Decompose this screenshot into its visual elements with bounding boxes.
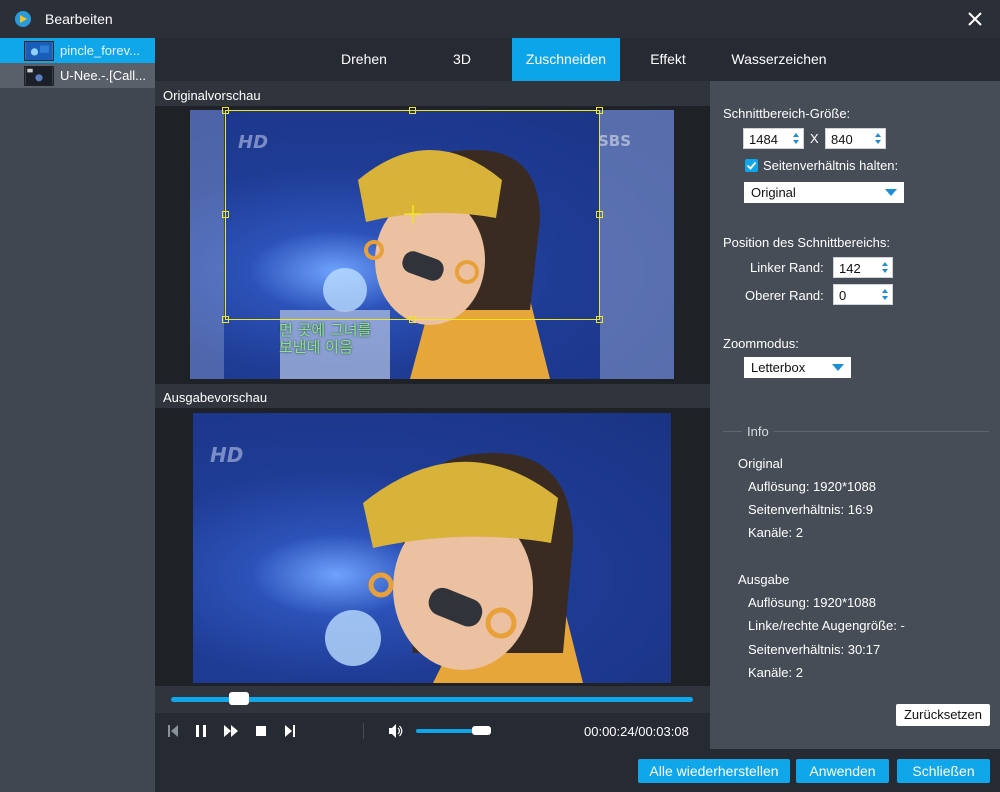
crop-size-label: Schnittbereich-Größe: (723, 106, 851, 121)
video-thumbnail (24, 40, 54, 61)
info-output-channels: Kanäle: 2 (748, 665, 803, 680)
crop-size-separator: X (810, 131, 819, 146)
info-original-channels: Kanäle: 2 (748, 525, 803, 540)
spinner-arrows-icon[interactable] (792, 131, 800, 146)
tab-rotate[interactable]: Drehen (327, 38, 401, 81)
tab-3d[interactable]: 3D (442, 38, 482, 81)
original-preview-label: Originalvorschau (163, 88, 261, 103)
tab-effect[interactable]: Effekt (640, 38, 696, 81)
apply-button[interactable]: Anwenden (796, 759, 889, 783)
spinner-arrows-icon[interactable] (881, 287, 889, 302)
left-margin-value: 142 (839, 261, 861, 276)
seek-bar[interactable] (171, 697, 693, 702)
subtitle-line-1: 먼 곳에 그녀를 (279, 321, 372, 339)
top-margin-label: Oberer Rand: (745, 288, 824, 303)
controls-divider (363, 723, 364, 739)
volume-handle[interactable] (472, 726, 491, 735)
spinner-arrows-icon[interactable] (881, 260, 889, 275)
top-margin-value: 0 (839, 288, 847, 303)
crop-handle-top-left[interactable] (222, 107, 229, 114)
file-list-sidebar (0, 38, 155, 792)
seek-handle[interactable] (229, 692, 249, 705)
top-margin-input[interactable]: 0 (833, 284, 893, 305)
hd-watermark: HD (210, 443, 244, 467)
output-video: HD (193, 413, 671, 683)
info-output-ratio: Seitenverhältnis: 30:17 (748, 642, 881, 657)
app-logo-icon (15, 11, 31, 27)
crop-handle-top[interactable] (409, 107, 416, 114)
crop-handle-left[interactable] (222, 211, 229, 218)
crop-handle-right[interactable] (596, 211, 603, 218)
file-name: pincle_forev... (60, 43, 140, 58)
crop-center-crosshair-icon[interactable] (404, 205, 422, 223)
crop-handle-top-right[interactable] (596, 107, 603, 114)
fast-forward-icon[interactable] (223, 723, 239, 739)
tab-crop[interactable]: Zuschneiden (512, 38, 620, 81)
subtitle-line-2: 보낸데 이음 (279, 338, 353, 356)
crop-handle-bottom-right[interactable] (596, 316, 603, 323)
tab-watermark[interactable]: Wasserzeichen (724, 38, 834, 81)
info-heading: Info (742, 424, 774, 439)
close-icon[interactable] (964, 8, 986, 30)
checkmark-icon (746, 161, 757, 170)
keep-ratio-label: Seitenverhältnis halten: (763, 158, 899, 173)
dropdown-caret-icon (885, 189, 897, 196)
crop-handle-bottom[interactable] (409, 316, 416, 323)
keep-ratio-checkbox[interactable] (745, 159, 758, 172)
zoom-mode-select[interactable]: Letterbox (744, 357, 851, 378)
info-output-heading: Ausgabe (738, 572, 790, 587)
zoom-mode-label: Zoommodus: (723, 336, 799, 351)
ratio-select[interactable]: Original (744, 182, 904, 203)
crop-width-input[interactable]: 1484 (743, 128, 804, 149)
info-original-heading: Original (738, 456, 783, 471)
close-button[interactable]: Schließen (897, 759, 990, 783)
crop-height-value: 840 (831, 132, 853, 147)
info-original-ratio: Seitenverhältnis: 16:9 (748, 502, 874, 517)
reset-button[interactable]: Zurücksetzen (896, 704, 990, 726)
skip-end-icon[interactable] (282, 723, 298, 739)
playback-time: 00:00:24/00:03:08 (584, 724, 689, 739)
left-margin-input[interactable]: 142 (833, 257, 893, 278)
info-original-resolution: Auflösung: 1920*1088 (748, 479, 876, 494)
crop-position-label: Position des Schnittbereichs: (723, 235, 890, 250)
window-title: Bearbeiten (45, 11, 113, 27)
sbs-watermark: SBS (598, 132, 632, 150)
crop-height-input[interactable]: 840 (825, 128, 886, 149)
volume-icon[interactable] (388, 723, 404, 739)
pause-icon[interactable] (193, 723, 209, 739)
restore-all-button[interactable]: Alle wiederherstellen (638, 759, 790, 783)
singer-figure (325, 453, 583, 683)
tab-bar: Drehen 3D Zuschneiden Effekt Wasserzeich… (155, 38, 1000, 81)
video-thumbnail (24, 65, 54, 86)
file-name: U-Nee.-.[Call... (60, 68, 146, 83)
stop-icon[interactable] (253, 723, 269, 739)
crop-handle-bottom-left[interactable] (222, 316, 229, 323)
crop-width-value: 1484 (749, 132, 778, 147)
spinner-arrows-icon[interactable] (874, 131, 882, 146)
zoom-mode-value: Letterbox (751, 360, 806, 375)
skip-back-icon[interactable] (165, 723, 181, 739)
dropdown-caret-icon (832, 364, 844, 371)
left-margin-label: Linker Rand: (750, 260, 824, 275)
info-output-eye-size: Linke/rechte Augengröße: - (748, 618, 905, 633)
file-item-1[interactable]: pincle_forev... (0, 38, 155, 63)
output-preview-label: Ausgabevorschau (163, 390, 268, 405)
ratio-select-value: Original (751, 185, 796, 200)
info-output-resolution: Auflösung: 1920*1088 (748, 595, 876, 610)
title-bar: Bearbeiten (0, 0, 1000, 38)
video-subtitle: 먼 곳에 그녀를 보낸데 이음 (279, 322, 371, 356)
file-item-2[interactable]: U-Nee.-.[Call... (0, 63, 155, 88)
